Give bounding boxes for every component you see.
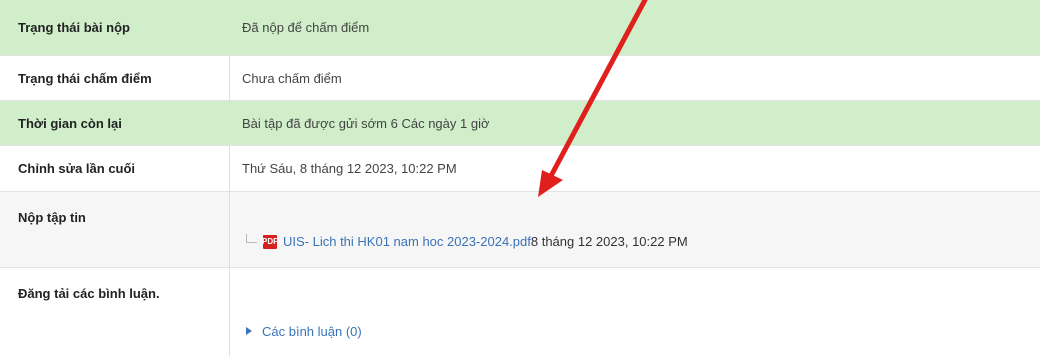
row-grading-status: Trạng thái chấm điểm Chưa chấm điểm bbox=[0, 56, 1040, 101]
comments-link[interactable]: Các bình luận (0) bbox=[262, 324, 362, 339]
submission-status-value: Đã nộp để chấm điểm bbox=[230, 0, 1040, 55]
last-modified-value: Thứ Sáu, 8 tháng 12 2023, 10:22 PM bbox=[230, 146, 1040, 191]
submission-status-label: Trạng thái bài nộp bbox=[0, 0, 230, 55]
triangle-right-icon bbox=[246, 327, 252, 335]
submission-comments-label: Đăng tải các bình luận. bbox=[0, 268, 230, 356]
row-last-modified: Chỉnh sửa lần cuối Thứ Sáu, 8 tháng 12 2… bbox=[0, 146, 1040, 192]
row-time-remaining: Thời gian còn lại Bài tập đã được gửi sớ… bbox=[0, 101, 1040, 146]
pdf-file-icon: PDF bbox=[262, 234, 278, 249]
submitted-file-entry: PDF UIS- Lich thi HK01 nam hoc 2023-2024… bbox=[242, 216, 688, 267]
last-modified-label: Chỉnh sửa lần cuối bbox=[0, 146, 230, 191]
time-remaining-label: Thời gian còn lại bbox=[0, 101, 230, 145]
tree-branch-icon bbox=[246, 234, 257, 243]
comments-toggle[interactable]: Các bình luận (0) bbox=[242, 306, 362, 356]
row-submission-status: Trạng thái bài nộp Đã nộp để chấm điểm bbox=[0, 0, 1040, 56]
row-submission-comments: Đăng tải các bình luận. Các bình luận (0… bbox=[0, 268, 1040, 356]
submitted-file-link[interactable]: UIS- Lich thi HK01 nam hoc 2023-2024.pdf bbox=[283, 234, 531, 249]
row-file-submissions: Nộp tập tin PDF UIS- Lich thi HK01 nam h… bbox=[0, 192, 1040, 268]
grading-status-value: Chưa chấm điểm bbox=[230, 56, 1040, 100]
grading-status-label: Trạng thái chấm điểm bbox=[0, 56, 230, 100]
submitted-file-date: 8 tháng 12 2023, 10:22 PM bbox=[530, 234, 688, 249]
file-submissions-cell: PDF UIS- Lich thi HK01 nam hoc 2023-2024… bbox=[230, 192, 1040, 267]
time-remaining-value: Bài tập đã được gửi sớm 6 Các ngày 1 giờ bbox=[230, 101, 1040, 145]
submission-status-table: Trạng thái bài nộp Đã nộp để chấm điểm T… bbox=[0, 0, 1040, 356]
file-submissions-label: Nộp tập tin bbox=[0, 192, 230, 267]
submission-comments-cell: Các bình luận (0) bbox=[230, 268, 1040, 356]
